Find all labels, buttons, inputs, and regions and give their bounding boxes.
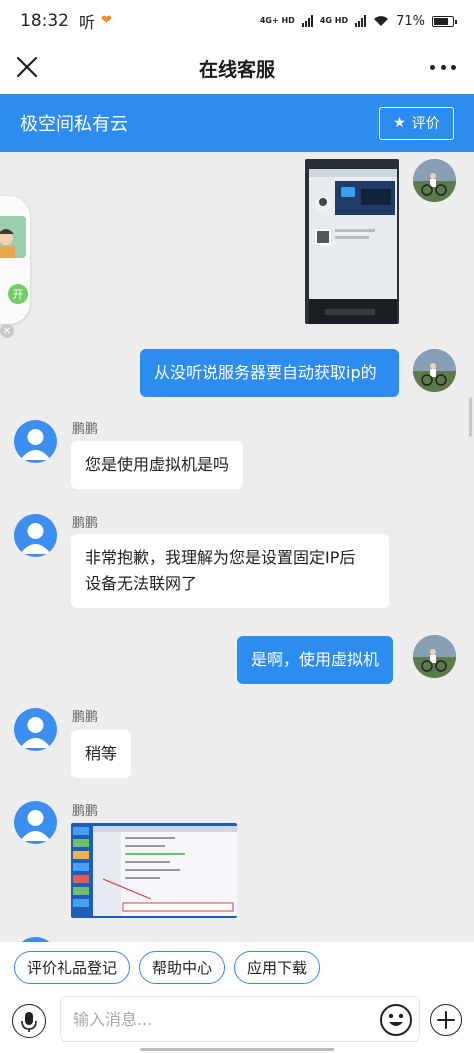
user-avatar[interactable] (413, 349, 456, 392)
status-indicators: 4G+ HD 4G HD 71% (259, 13, 457, 29)
status-app-label: 听 (79, 13, 96, 32)
home-indicator (140, 1048, 334, 1051)
plus-icon (436, 1010, 455, 1029)
agent-avatar[interactable] (14, 514, 57, 557)
quick-action-bar: 评价礼品登记 帮助中心 应用下载 (0, 942, 474, 992)
image-message[interactable] (305, 159, 399, 324)
user-message-bubble[interactable]: 从没听说服务器要自动获取ip的 (140, 349, 399, 397)
microphone-icon (20, 1011, 37, 1032)
status-time: 18:32 (20, 11, 69, 31)
more-actions-button[interactable] (430, 1004, 462, 1036)
smile-icon (388, 1013, 404, 1026)
message-line: 非常抱歉，我理解为您是设置固定IP后 (85, 548, 356, 567)
battery-icon (432, 15, 457, 27)
network-label-2: 4G HD (319, 16, 349, 25)
page-title: 在线客服 (198, 58, 275, 81)
user-message-bubble[interactable]: 是啊，使用虚拟机 (237, 636, 394, 684)
quick-action-app-download[interactable]: 应用下载 (234, 950, 321, 984)
network-label-1: 4G+ HD (259, 16, 295, 25)
user-avatar[interactable] (413, 635, 456, 678)
quick-action-rating-gift[interactable]: 评价礼品登记 (14, 950, 131, 984)
close-icon[interactable] (14, 54, 40, 80)
widget-badge[interactable]: 开 (8, 284, 28, 304)
heart-icon: ❤ (101, 13, 112, 28)
input-bar (0, 992, 474, 1053)
voice-button[interactable] (12, 1004, 46, 1038)
widget-avatar-image (0, 216, 26, 258)
battery-percent: 71% (396, 13, 425, 29)
service-header: 极空间私有云 ★ 评价 (0, 94, 474, 152)
agent-message-bubble[interactable]: 稍等 (71, 730, 132, 778)
agent-name: 鹏鹏 (72, 710, 99, 725)
emoji-button[interactable] (380, 1004, 412, 1036)
agent-name: 鹏鹏 (72, 516, 99, 531)
rate-button[interactable]: ★ 评价 (379, 106, 454, 140)
agent-message-bubble[interactable]: 您是使用虚拟机是吗 (71, 441, 244, 489)
more-icon[interactable] (430, 54, 456, 80)
agent-avatar[interactable] (14, 708, 57, 751)
signal-icon (301, 15, 313, 27)
agent-message-bubble[interactable]: 非常抱歉，我理解为您是设置固定IP后 设备无法联网了 (71, 534, 389, 608)
user-avatar[interactable] (413, 159, 456, 202)
agent-name: 鹏鹏 (72, 422, 99, 437)
battery-fill (434, 17, 449, 25)
signal-icon (355, 15, 367, 27)
nav-bar: 在线客服 (0, 42, 474, 94)
service-title: 极空间私有云 (20, 114, 128, 135)
widget-close-icon[interactable]: ✕ (0, 324, 14, 338)
agent-avatar[interactable] (14, 420, 57, 463)
floating-widget[interactable]: 开 ✕ (0, 196, 30, 338)
image-message[interactable] (71, 823, 237, 918)
scrollbar-thumb[interactable] (469, 397, 472, 437)
quick-action-help-center[interactable]: 帮助中心 (139, 950, 226, 984)
agent-avatar[interactable] (14, 801, 57, 844)
chat-area[interactable]: 开 ✕ 从没听说服务器要自动获取ip的 鹏鹏 您是使用虚拟机是吗 鹏鹏 非常抱歉… (0, 152, 474, 942)
wifi-icon (374, 16, 389, 26)
message-line: 设备无法联网了 (85, 574, 198, 593)
star-icon: ★ (393, 115, 406, 131)
rate-button-label: 评价 (411, 116, 440, 132)
message-input[interactable] (60, 996, 420, 1042)
agent-name: 鹏鹏 (72, 804, 99, 819)
status-bar: 18:32 听 ❤ 4G+ HD 4G HD 71% (0, 0, 474, 42)
